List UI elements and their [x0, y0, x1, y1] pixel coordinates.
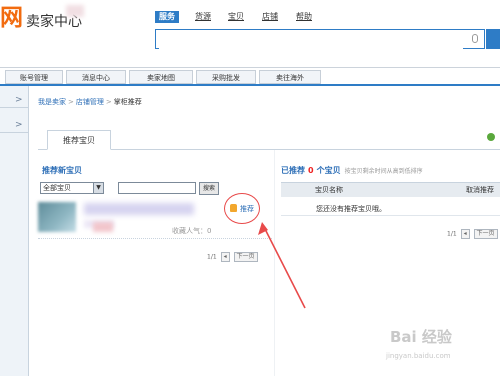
- search-box: [155, 29, 485, 49]
- breadcrumb-seller[interactable]: 我是卖家: [38, 98, 66, 106]
- table-header: 宝贝名称 取消推荐: [281, 182, 500, 197]
- search-button[interactable]: [486, 29, 500, 49]
- help-icon[interactable]: [487, 133, 495, 141]
- blurred-username: [66, 5, 84, 17]
- chevron-right-icon: >: [15, 120, 23, 130]
- blurred-item-title[interactable]: [84, 203, 194, 215]
- tab-recommended-items[interactable]: 推荐宝贝: [47, 130, 111, 150]
- blurred-item-price: [93, 222, 113, 232]
- search-input[interactable]: [159, 31, 463, 49]
- recommended-label: 已推荐: [281, 166, 305, 175]
- page-indicator: 1/1: [447, 230, 457, 238]
- nav-shop[interactable]: 店铺: [262, 11, 278, 23]
- prev-page-button[interactable]: ◂: [220, 252, 230, 262]
- row-divider: [281, 215, 500, 216]
- next-page-button[interactable]: 下一页: [233, 252, 258, 262]
- empty-message: 您还没有推荐宝贝哦。: [316, 205, 386, 213]
- recommended-count: 0: [308, 166, 314, 175]
- search-items-button[interactable]: 搜索: [199, 182, 219, 195]
- nav-items[interactable]: 宝贝: [228, 11, 244, 23]
- breadcrumb-separator: >: [68, 98, 74, 106]
- sidebar: > >: [0, 86, 29, 376]
- tab-wholesale[interactable]: 采购批发: [196, 70, 256, 84]
- breadcrumb-shop[interactable]: 店铺管理: [76, 98, 104, 106]
- next-page-button[interactable]: 下一页: [473, 229, 498, 239]
- category-select[interactable]: 全部宝贝 ▼: [40, 182, 104, 194]
- annotation-circle: [224, 193, 260, 224]
- keyword-input[interactable]: [118, 182, 196, 194]
- nav-help[interactable]: 帮助: [296, 11, 312, 23]
- watermark-logo: Bai 经验: [390, 328, 452, 346]
- nav-service[interactable]: 服务: [155, 11, 179, 23]
- prev-page-button[interactable]: ◂: [460, 229, 470, 239]
- category-select-value: 全部宝贝: [43, 184, 71, 192]
- watermark-url: jingyan.baidu.com: [386, 352, 451, 360]
- tab-overseas[interactable]: 卖往海外: [259, 70, 321, 84]
- column-header-action: 取消推荐: [466, 186, 494, 194]
- sidebar-toggle[interactable]: >: [0, 94, 28, 108]
- microphone-icon[interactable]: [472, 34, 478, 43]
- tab-messages[interactable]: 消息中心: [66, 70, 126, 84]
- tab-seller-map[interactable]: 卖家地图: [129, 70, 193, 84]
- column-header-name: 宝贝名称: [315, 186, 343, 194]
- tab-account[interactable]: 账号管理: [5, 70, 63, 84]
- column-divider: [274, 150, 275, 376]
- sort-hint: 按宝贝剩余时间从高到低排序: [344, 168, 423, 175]
- left-pager: 1/1 ◂ 下一页: [207, 252, 258, 262]
- sidebar-toggle[interactable]: >: [0, 119, 28, 133]
- chevron-right-icon: >: [15, 95, 23, 105]
- breadcrumb: 我是卖家 > 店铺管理 > 掌柜推荐: [38, 97, 142, 109]
- logo-mark: 网: [0, 4, 23, 30]
- item-thumbnail[interactable]: [38, 202, 76, 232]
- right-section-title: 已推荐 0 个宝贝 按宝贝剩余时间从高到低排序: [281, 165, 423, 176]
- right-pager: 1/1 ◂ 下一页: [447, 229, 498, 239]
- recommended-suffix: 个宝贝: [316, 166, 341, 175]
- breadcrumb-separator: >: [105, 98, 112, 106]
- chevron-down-icon: ▼: [93, 183, 103, 193]
- nav-supply[interactable]: 货源: [195, 11, 211, 23]
- page-indicator: 1/1: [207, 253, 217, 261]
- top-tab-bar: 账号管理 消息中心 卖家地图 采购批发 卖往海外: [0, 67, 500, 86]
- item-popularity: 收藏人气：0: [172, 227, 212, 235]
- breadcrumb-current: 掌柜推荐: [113, 98, 142, 106]
- section-title-new: 推荐新宝贝: [42, 166, 82, 175]
